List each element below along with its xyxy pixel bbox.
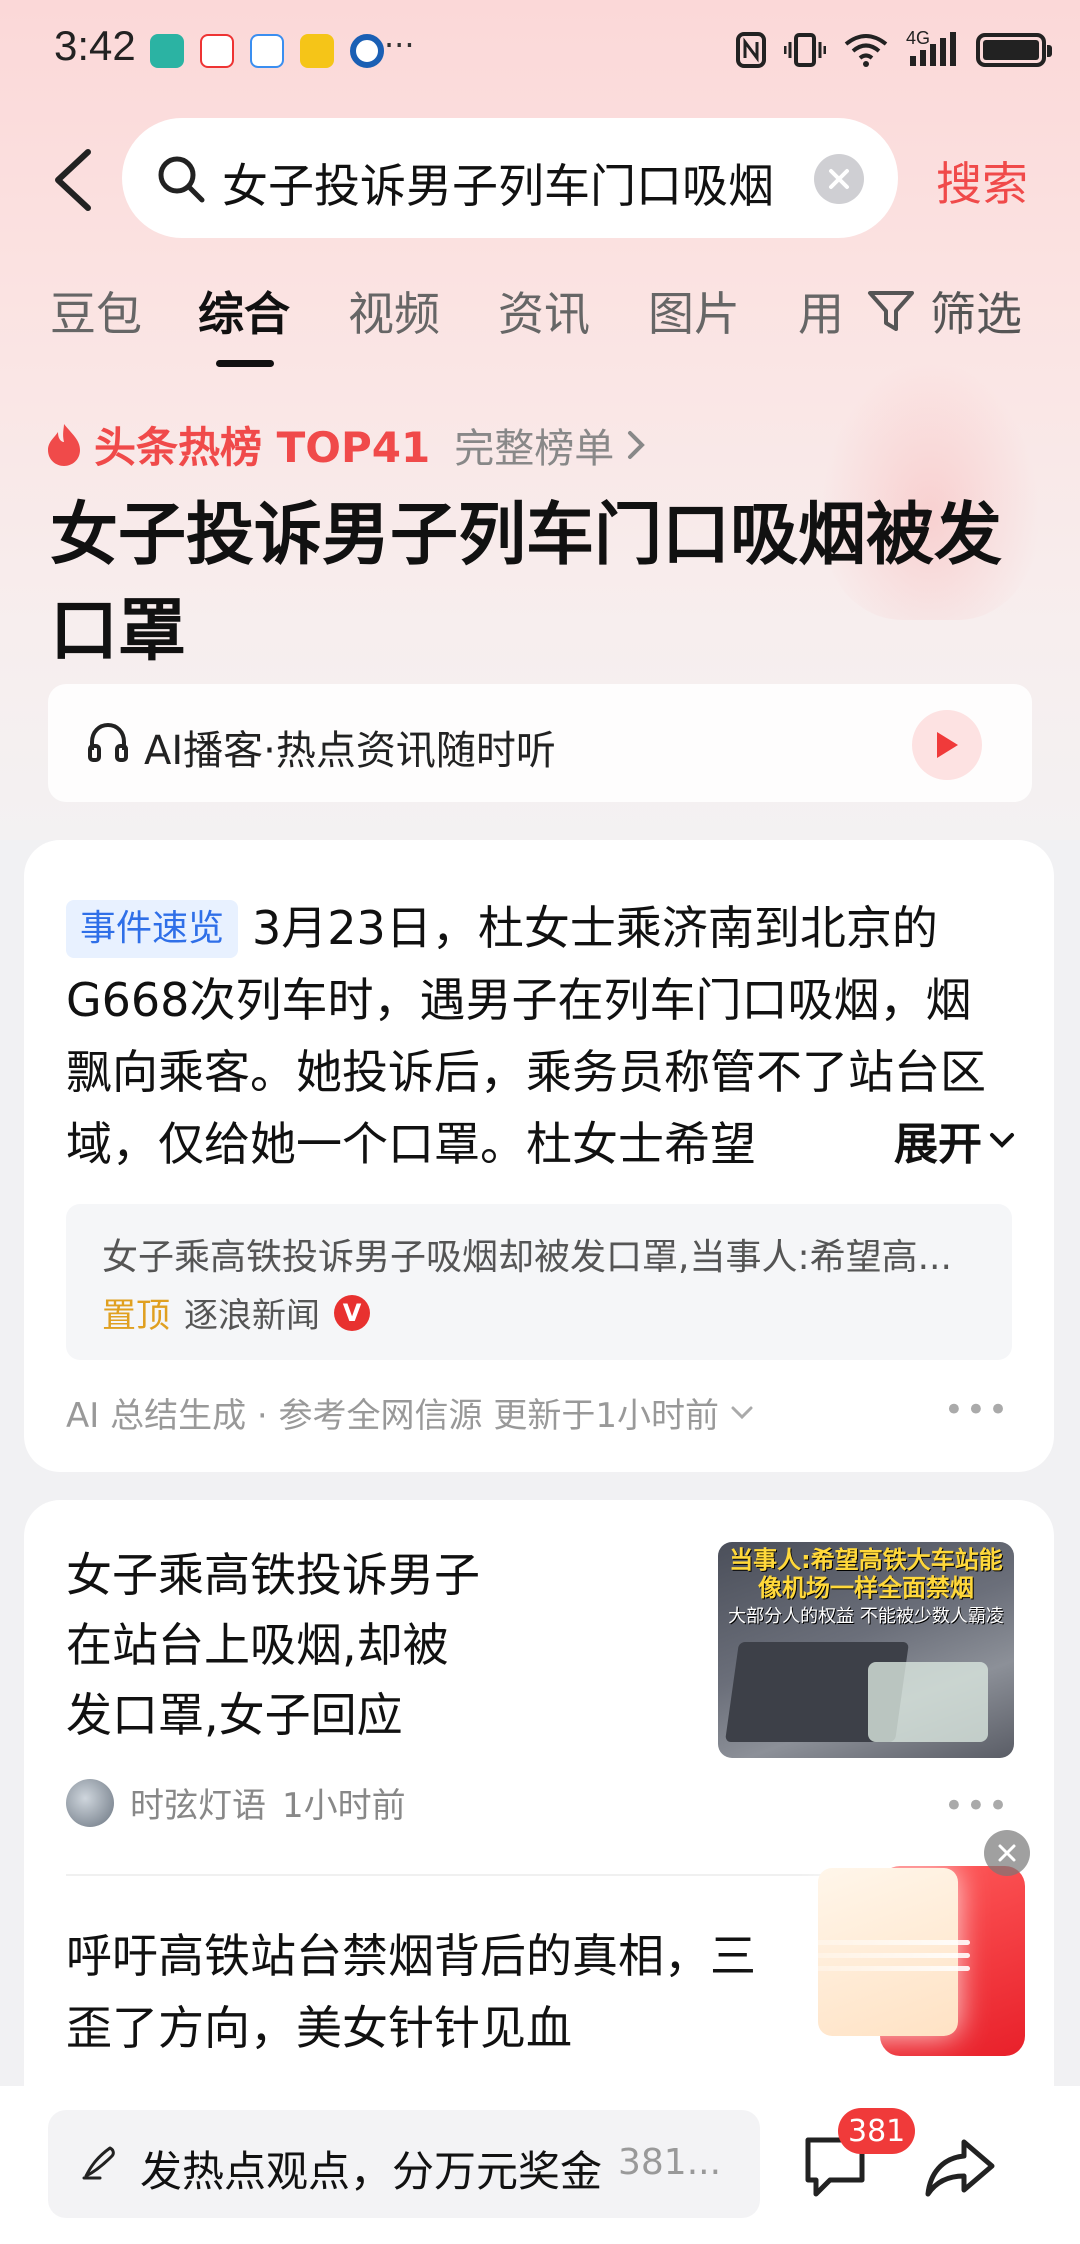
chevron-left-icon [55,149,91,211]
source-article[interactable]: 女子乘高铁投诉男子吸烟却被发口罩,当事人:希望高... 置顶 逐浪新闻 V [66,1204,1012,1360]
source-title: 女子乘高铁投诉男子吸烟却被发口罩,当事人:希望高... [102,1237,952,1278]
battery-icon [976,33,1052,67]
hot-rank-row[interactable]: 头条热榜 TOP41 完整榜单 [44,414,646,475]
back-button[interactable] [44,140,104,220]
flame-icon [48,423,80,466]
more-notifications-icon: ··· [384,26,415,64]
search-query-text[interactable]: 女子投诉男子列车门口吸烟 [222,150,774,216]
cellular-signal-icon: 4G [906,28,958,70]
event-summary-card: 事件速览 3月23日，杜女士乘济南到北京的G668次列车时，遇男子在列车门口吸烟，… [24,840,1054,1472]
clear-search-button[interactable] [814,154,864,204]
news-title[interactable]: 呼吁高铁站台禁烟背后的真相，三歪了方向，美女针针见血 [66,1920,786,2064]
ccb-app-icon [350,34,384,68]
filter-label: 筛选 [930,287,1022,341]
ai-footer-text: AI 总结生成 · 参考全网信源 更新于1小时前 [66,1396,719,1436]
ai-podcast-bar[interactable]: AI播客·热点资讯随时听 [48,684,1032,802]
tab-all[interactable]: 综合 [198,278,290,344]
status-indicators: 4G [736,28,1052,70]
event-tag: 事件速览 [66,900,239,958]
filter-icon [868,291,914,331]
news-title[interactable]: 女子乘高铁投诉男子在站台上吸烟,却被发口罩,女子回应 [66,1540,486,1750]
expand-button[interactable]: 展开 [824,1104,1034,1176]
active-tab-indicator [216,360,274,367]
source-name: 逐浪新闻 [184,1296,320,1336]
filter-button[interactable]: 筛选 [866,278,1022,344]
cloud-app-icon [250,34,284,68]
hot-rank-label: 头条热榜 TOP41 [94,423,431,472]
baidu-app-icon [200,34,234,68]
coupon-app-icon [300,34,334,68]
chevron-down-icon [731,1406,753,1419]
more-options-icon[interactable]: ••• [944,1390,1010,1430]
ai-summary-footer[interactable]: AI 总结生成 · 参考全网信源 更新于1小时前 [66,1388,755,1437]
comment-count-inline: 381... [618,2142,722,2183]
page-title: 女子投诉男子列车门口吸烟被发口罩 [50,496,1003,671]
search-submit-button[interactable]: 搜索 [936,148,1028,214]
pinned-tag: 置顶 [102,1296,170,1336]
comment-input[interactable]: 发热点观点，分万元奖金 381... [48,2110,760,2218]
tab-images[interactable]: 图片 [648,278,740,344]
expand-label: 展开 [894,1119,982,1170]
status-time: 3:42 [54,22,136,69]
author-name: 时弦灯语 [130,1786,266,1826]
comment-placeholder: 发热点观点，分万元奖金 [140,2147,603,2196]
bottom-bar: 发热点观点，分万元奖金 381... 381 [0,2086,1080,2244]
share-icon[interactable] [924,2134,996,2200]
thumbnail-caption: 当事人:希望高铁大车站能像机场一样全面禁烟 [729,1546,1003,1602]
tab-doubao[interactable]: 豆包 [50,278,142,344]
chevron-down-icon [990,1133,1014,1148]
source-meta: 置顶 逐浪新闻 V [102,1288,370,1337]
notification-icons [150,34,384,68]
tab-video[interactable]: 视频 [348,278,440,344]
avatar[interactable] [66,1778,114,1827]
pen-icon [82,2146,115,2180]
boss-app-icon [150,34,184,68]
thumbnail-subcaption: 大部分人的权益 不能被少数人霸凌 [728,1606,1004,1627]
thumbnail-mask-shape [868,1662,988,1742]
wifi-icon [844,34,888,67]
author-row[interactable]: 时弦灯语 1小时前 [66,1778,406,1827]
podcast-label: AI播客·热点资讯随时听 [144,728,556,774]
close-icon [998,1844,1016,1862]
close-promo-button[interactable] [984,1830,1030,1876]
close-icon [829,169,849,189]
tab-news[interactable]: 资讯 [498,278,590,344]
motion-lines [740,1940,970,1980]
full-list-link[interactable]: 完整榜单 [454,416,614,474]
search-icon [158,156,205,203]
news-thumbnail[interactable]: 当事人:希望高铁大车站能像机场一样全面禁烟 大部分人的权益 不能被少数人霸凌 [718,1542,1014,1758]
comment-count-badge: 381 [838,2108,916,2154]
nfc-icon [736,32,766,68]
red-packet-promo[interactable]: ¥ [740,1830,1030,2060]
chevron-right-icon [628,430,646,459]
headphones-icon [88,722,128,762]
network-type-label: 4G [906,28,931,48]
search-field[interactable]: 女子投诉男子列车门口吸烟 [122,118,898,238]
play-icon [937,732,958,758]
tab-users[interactable]: 用 [798,278,844,344]
play-button[interactable] [912,710,982,780]
more-options-icon[interactable]: ••• [944,1786,1010,1826]
post-time: 1小时前 [282,1786,406,1826]
vibrate-icon [784,33,826,67]
status-bar: 3:42 ··· 4G [0,0,1080,100]
verified-badge: V [334,1294,370,1331]
